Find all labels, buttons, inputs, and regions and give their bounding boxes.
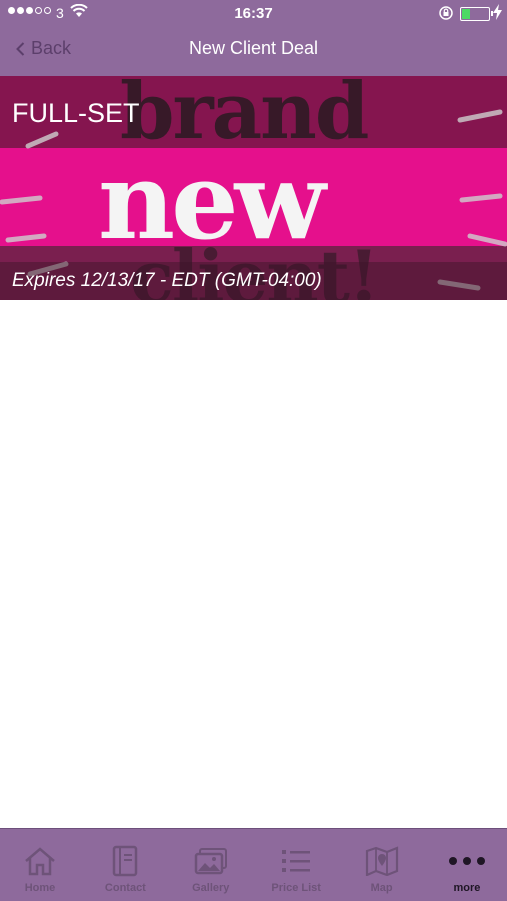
rotation-lock-icon	[438, 5, 454, 24]
map-icon	[365, 845, 399, 877]
tab-contact[interactable]: Contact	[85, 829, 165, 901]
tab-price-list[interactable]: Price List	[256, 829, 336, 901]
deal-banner[interactable]: brand new client! FULL-SET Expires 12/13…	[0, 76, 507, 300]
tab-home[interactable]: Home	[0, 829, 80, 901]
tab-label: Price List	[271, 882, 321, 894]
gallery-icon	[194, 845, 228, 877]
tab-label: Gallery	[192, 882, 230, 894]
page-title: New Client Deal	[188, 38, 319, 58]
tab-label: more	[453, 882, 481, 894]
tab-label: Contact	[104, 882, 146, 894]
tab-bar: Home Contact Gallery Price List Map more	[0, 828, 507, 901]
deal-title: FULL-SET	[12, 98, 140, 128]
tab-more[interactable]: more	[427, 829, 507, 901]
status-bar: 3 16:37	[0, 0, 507, 26]
more-dots-icon	[447, 845, 487, 877]
clock: 16:37	[234, 5, 273, 22]
charging-icon	[493, 4, 502, 23]
navigation-bar: Back New Client Deal	[0, 26, 507, 76]
tab-label: Home	[24, 882, 56, 894]
contact-book-icon	[111, 845, 139, 877]
tab-gallery[interactable]: Gallery	[171, 829, 251, 901]
tab-map[interactable]: Map	[342, 829, 422, 901]
deal-expiry: Expires 12/13/17 - EDT (GMT-04:00)	[12, 270, 322, 291]
home-icon	[23, 845, 57, 877]
expiry-overlay: Expires 12/13/17 - EDT (GMT-04:00)	[0, 262, 507, 300]
list-icon	[280, 845, 312, 877]
battery-icon	[460, 7, 493, 21]
tab-label: Map	[370, 882, 393, 894]
